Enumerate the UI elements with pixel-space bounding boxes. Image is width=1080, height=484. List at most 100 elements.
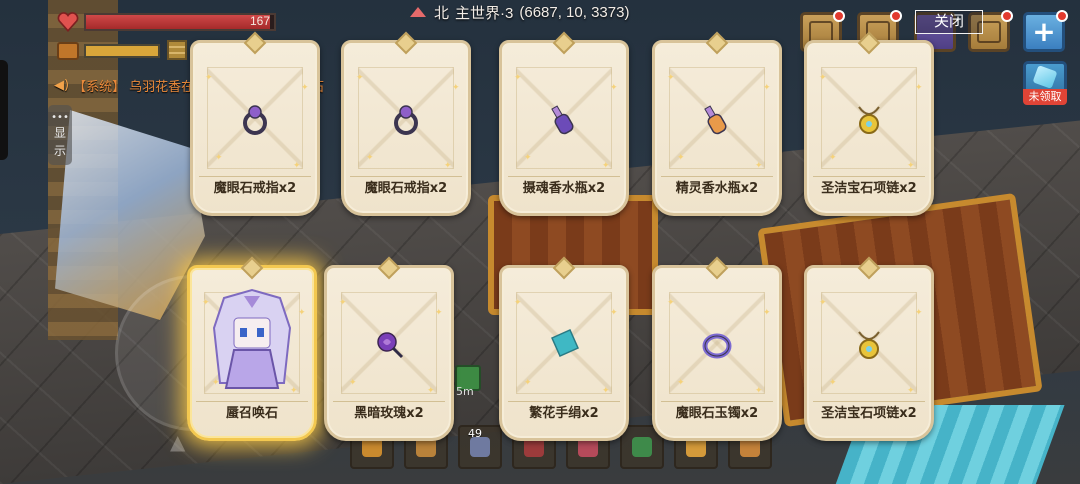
hunger-bar-fill (86, 46, 158, 56)
reward-label: 圣洁宝石项链x2 (813, 176, 925, 201)
health-bar-fill (86, 15, 271, 29)
system-tag: 【系统】 (73, 80, 126, 95)
sparkle-icon: ✦ (452, 83, 460, 93)
hunger-bar (84, 44, 160, 58)
notification-dot (890, 10, 902, 22)
sparkle-icon: ✦ (610, 83, 618, 93)
reward-label: 繁花手绢x2 (508, 401, 620, 426)
diamond-icon (1032, 65, 1058, 89)
show-label-2: 示 (53, 143, 66, 158)
sparkle-icon: ✦ (677, 378, 685, 388)
screen-edge (0, 60, 8, 160)
ring-icon (394, 105, 418, 135)
sparkle-icon: ✦ (366, 153, 374, 163)
reward-label: 精灵香水瓶x2 (661, 176, 773, 201)
sparkle-icon: ✦ (763, 308, 771, 318)
sparkle-icon: ✦ (667, 73, 675, 83)
chat-icon: ••• (51, 111, 69, 123)
reward-card[interactable]: ✦ ✦ ✦ ✦ 精灵香水瓶x2 (652, 31, 782, 216)
sparkle-icon: ✦ (763, 83, 771, 93)
close-button[interactable]: 关闭 (915, 10, 983, 34)
reward-label: 蜃召唤石 (196, 401, 308, 426)
sparkle-icon: ✦ (907, 161, 915, 171)
sparkle-icon: ✦ (755, 161, 763, 171)
location-readout: 北 主世界·3 (6687, 10, 3373) (410, 2, 629, 22)
sparkle-icon: ✦ (677, 153, 685, 163)
sparkle-icon: ✦ (667, 298, 675, 308)
sparkle-icon: ✦ (915, 83, 923, 93)
sparkle-icon: ✦ (829, 378, 837, 388)
reward-card[interactable]: ✦ ✦ ✦ ✦ 魔眼石玉镯x2 (652, 256, 782, 441)
unclaimed-label: 未领取 (1023, 89, 1067, 105)
speaker-icon: ◀) (54, 78, 70, 93)
reward-card[interactable]: ✦ ✦ ✦ ✦ 圣洁宝石项链x2 (804, 256, 934, 441)
sparkle-icon: ✦ (301, 83, 309, 93)
sparkle-icon: ✦ (293, 161, 301, 171)
sparkle-icon: ✦ (829, 153, 837, 163)
sparkle-icon: ✦ (524, 153, 532, 163)
reward-card[interactable]: ✦ ✦ ✦ ✦ 黑暗玫瑰x2 (324, 256, 454, 441)
sparkle-icon: ✦ (349, 378, 357, 388)
joystick-arrow-icon: ▲ (170, 430, 186, 454)
reward-card[interactable]: ✦ ✦ ✦ ✦ 摄魂香水瓶x2 (499, 31, 629, 216)
sparkle-icon: ✦ (212, 378, 220, 388)
unclaimed-reward-button[interactable]: 未领取 (1023, 61, 1067, 105)
sparkle-icon: ✦ (755, 386, 763, 396)
sparkle-icon: ✦ (444, 161, 452, 171)
sparkle-icon: ✦ (819, 73, 827, 83)
reward-label: 魔眼石玉镯x2 (661, 401, 773, 426)
reward-label: 魔眼石戒指x2 (199, 176, 311, 201)
hotbar-slot[interactable]: 49 (458, 425, 502, 469)
bracelet-icon (702, 333, 732, 359)
reward-card[interactable]: ✦ ✦ ✦ ✦ 魔眼石戒指x2 (190, 31, 320, 216)
reward-label: 摄魂香水瓶x2 (508, 176, 620, 201)
sparkle-icon: ✦ (202, 298, 210, 308)
notification-dot (833, 10, 845, 22)
item-icon (632, 437, 652, 457)
heart-icon (57, 12, 79, 33)
compass-arrow-icon (410, 7, 426, 17)
sparkle-icon: ✦ (427, 386, 435, 396)
notification-dot (1001, 10, 1013, 22)
perfume-bottle-icon (551, 105, 574, 135)
sparkle-icon: ✦ (215, 153, 223, 163)
perfume-bottle-icon (704, 105, 727, 135)
health-bar: 167 (84, 13, 276, 31)
sparkle-icon: ✦ (290, 386, 298, 396)
reward-card[interactable]: ✦ ✦ ✦ ✦ 繁花手绢x2 (499, 256, 629, 441)
add-button[interactable]: + (1023, 10, 1068, 52)
sparkle-icon: ✦ (610, 308, 618, 318)
sparkle-icon: ✦ (339, 298, 347, 308)
reward-card[interactable]: ✦ ✦ ✦ ✦ 魔眼石戒指x2 (341, 31, 471, 216)
coordinates: (6687, 10, 3373) (519, 3, 630, 21)
reward-card[interactable]: ✦ ✦ ✦ ✦ 蜃召唤石 (187, 256, 317, 441)
sparkle-icon: ✦ (524, 378, 532, 388)
item-icon (470, 437, 490, 457)
sparkle-icon: ✦ (602, 386, 610, 396)
notification-dot (1056, 10, 1068, 22)
sparkle-icon: ✦ (356, 73, 364, 83)
compass-direction: 北 (434, 4, 450, 22)
handkerchief-icon (551, 329, 579, 357)
sparkle-icon: ✦ (514, 298, 522, 308)
reward-card[interactable]: ✦ ✦ ✦ ✦ 圣洁宝石项链x2 (804, 31, 934, 216)
health-value: 167 (249, 14, 270, 28)
buff-time: 5m (456, 385, 474, 398)
sparkle-icon: ✦ (205, 73, 213, 83)
chat-show-toggle[interactable]: ••• 显 示 (48, 105, 72, 165)
reward-label: 圣洁宝石项链x2 (813, 401, 925, 426)
reward-label: 魔眼石戒指x2 (350, 176, 462, 201)
necklace-icon (858, 106, 880, 134)
sparkle-icon: ✦ (602, 161, 610, 171)
world-name: 主世界·3 (455, 4, 514, 22)
reward-label: 黑暗玫瑰x2 (333, 401, 445, 426)
hunger-icon (57, 42, 79, 60)
rose-icon (377, 332, 404, 359)
sparkle-icon: ✦ (298, 308, 306, 318)
sparkle-icon: ✦ (819, 298, 827, 308)
sparkle-icon: ✦ (907, 386, 915, 396)
waffle-icon (167, 40, 187, 60)
ring-icon (243, 105, 267, 135)
sparkle-icon: ✦ (514, 73, 522, 83)
sparkle-icon: ✦ (915, 308, 923, 318)
